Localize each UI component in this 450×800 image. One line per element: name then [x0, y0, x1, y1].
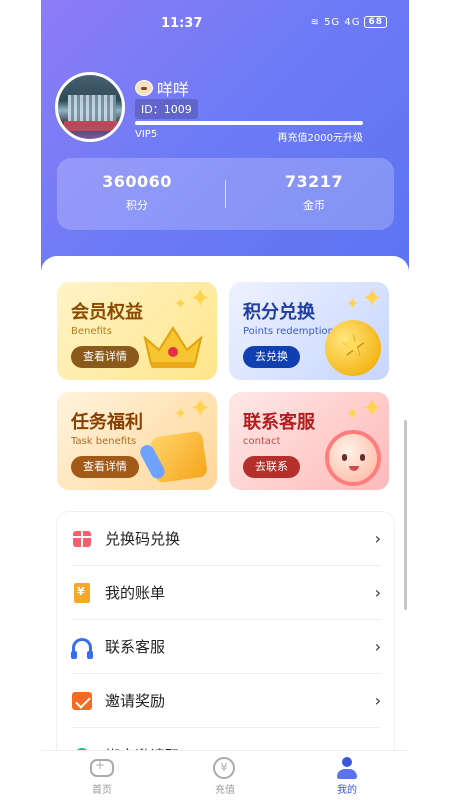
sparkle-icon: ✦ — [189, 394, 211, 424]
points-stat[interactable]: 360060 积分 — [57, 172, 217, 213]
avatar[interactable] — [55, 72, 125, 142]
user-id-badge: ID：1009 — [135, 99, 198, 119]
card-subtitle: contact — [243, 436, 281, 447]
vip-upgrade-hint: 再充值2000元升级 — [277, 133, 363, 144]
coins-stat[interactable]: 73217 金币 — [234, 172, 394, 213]
recharge-icon: ¥ — [213, 757, 235, 779]
bill-icon — [74, 582, 90, 603]
stats-panel: 360060 积分 73217 金币 — [57, 158, 394, 230]
tab-label: 我的 — [337, 785, 357, 796]
menu-item-invite-rewards[interactable]: 邀请奖励 › — [71, 674, 381, 728]
support-face-icon — [325, 430, 381, 486]
settings-menu: 兑换码兑换 › 我的账单 › 联系客服 › 邀请奖励 › 绑定邀请码 › — [57, 512, 394, 765]
sparkle-icon: ✦ — [173, 294, 187, 313]
card-title: 联系客服 — [243, 412, 315, 433]
sparkle-icon: ✦ — [345, 404, 359, 423]
signal-icon: 5G 4G — [324, 16, 361, 28]
card-subtitle: Benefits — [71, 326, 112, 337]
status-bar: 11:37 ≋ 5G 4G 68 — [41, 14, 409, 34]
vip-level: VIP5 — [135, 129, 158, 140]
gamepad-icon — [90, 758, 114, 777]
chevron-right-icon: › — [374, 691, 381, 710]
points-value: 360060 — [102, 172, 172, 191]
invite-icon — [72, 691, 92, 710]
wifi-icon: ≋ — [310, 16, 321, 28]
scrollbar[interactable] — [404, 420, 407, 610]
card-task-benefits[interactable]: ✦ ✦ 任务福利 Task benefits 查看详情 — [57, 392, 217, 490]
menu-item-my-bills[interactable]: 我的账单 › — [71, 566, 381, 620]
card-subtitle: Task benefits — [71, 436, 137, 447]
bottom-tab-bar: 首页 ¥ 充值 我的 — [41, 750, 409, 800]
chevron-right-icon: › — [374, 637, 381, 656]
headset-icon — [71, 637, 93, 659]
coins-label: 金币 — [303, 199, 325, 212]
view-details-button[interactable]: 查看详情 — [71, 456, 139, 478]
chevron-right-icon: › — [374, 583, 381, 602]
sparkle-icon: ✦ — [361, 394, 383, 424]
status-icons: ≋ 5G 4G 68 — [311, 16, 387, 28]
sparkle-icon: ✦ — [361, 284, 383, 314]
tab-profile[interactable]: 我的 — [307, 757, 387, 796]
chevron-right-icon: › — [374, 529, 381, 548]
menu-item-redeem-code[interactable]: 兑换码兑换 › — [71, 512, 381, 566]
contact-button[interactable]: 去联系 — [243, 456, 300, 478]
menu-item-label: 兑换码兑换 — [105, 530, 181, 548]
app-screen: 11:37 ≋ 5G 4G 68 咩咩 ID：1009 VIP5 再充值2000… — [41, 0, 409, 800]
card-points-redemption[interactable]: ✦ ✦ 积分兑换 Points redemption 去兑换 — [229, 282, 389, 380]
pet-avatar-icon — [135, 80, 153, 96]
card-member-benefits[interactable]: ✦ ✦ 会员权益 Benefits 查看详情 — [57, 282, 217, 380]
view-details-button[interactable]: 查看详情 — [71, 346, 139, 368]
card-subtitle: Points redemption — [243, 326, 335, 337]
coins-value: 73217 — [284, 172, 344, 191]
card-contact-support[interactable]: ✦ ✦ 联系客服 contact 去联系 — [229, 392, 389, 490]
menu-item-contact-support[interactable]: 联系客服 › — [71, 620, 381, 674]
sparkle-icon: ✦ — [173, 404, 187, 423]
crown-icon — [143, 326, 203, 368]
notebook-icon — [150, 430, 208, 484]
username-text: 咩咩 — [157, 80, 190, 99]
battery-icon: 68 — [364, 16, 387, 28]
status-time: 11:37 — [161, 16, 203, 31]
coin-icon — [325, 320, 381, 376]
tab-recharge[interactable]: ¥ 充值 — [185, 757, 265, 796]
card-title: 任务福利 — [71, 412, 143, 433]
gift-icon — [73, 530, 91, 547]
sparkle-icon: ✦ — [345, 294, 359, 313]
main-content: ✦ ✦ 会员权益 Benefits 查看详情 ✦ ✦ 积分兑换 Points r… — [41, 256, 409, 765]
card-title: 会员权益 — [71, 302, 143, 323]
username: 咩咩 — [135, 76, 189, 100]
menu-item-label: 联系客服 — [105, 638, 166, 656]
card-title: 积分兑换 — [243, 302, 315, 323]
stats-divider — [225, 180, 226, 208]
tab-label: 充值 — [215, 785, 235, 796]
points-label: 积分 — [126, 199, 148, 212]
redeem-button[interactable]: 去兑换 — [243, 346, 300, 368]
vip-progress-fill — [135, 121, 363, 125]
sparkle-icon: ✦ — [189, 284, 211, 314]
vip-progress-bar — [135, 121, 363, 125]
tab-home[interactable]: 首页 — [62, 757, 142, 796]
menu-item-label: 邀请奖励 — [105, 692, 166, 710]
profile-header: 11:37 ≋ 5G 4G 68 咩咩 ID：1009 VIP5 再充值2000… — [41, 0, 409, 300]
profile-icon — [335, 757, 359, 779]
tab-label: 首页 — [92, 785, 112, 796]
menu-item-label: 我的账单 — [105, 584, 166, 602]
